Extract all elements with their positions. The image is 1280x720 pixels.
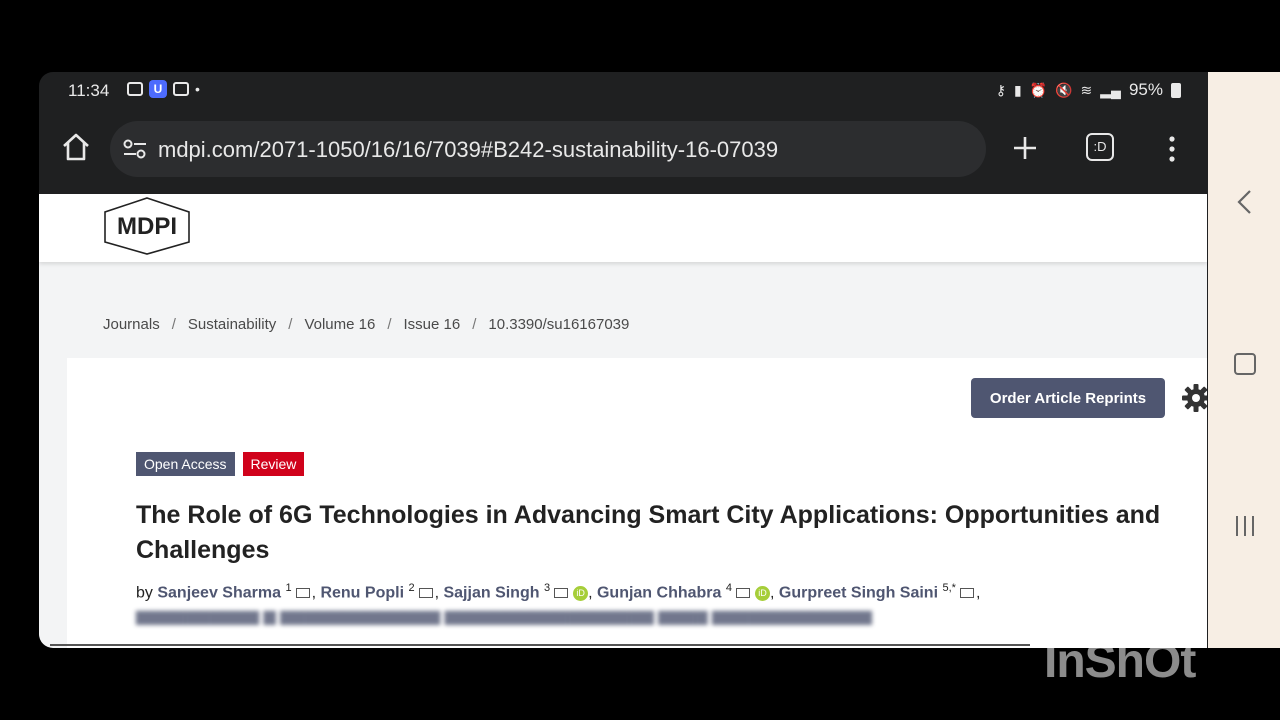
horizontal-scroll-indicator [50,644,1030,646]
new-tab-icon[interactable] [1011,134,1039,162]
author-affiliation: 4 [725,582,732,594]
key-icon: ⚷ [995,81,1006,98]
breadcrumb-volume[interactable]: Volume 16 [304,316,375,333]
app-notification-icon: U [149,80,167,98]
web-page: MDPI Journals / Sustainability / Volume … [39,194,1207,648]
wifi-icon: ≋ [1080,81,1093,98]
breadcrumb-issue[interactable]: Issue 16 [404,316,461,333]
battery-icon [1171,82,1181,98]
breadcrumb-doi[interactable]: 10.3390/su16167039 [488,316,629,333]
breadcrumb: Journals / Sustainability / Volume 16 / … [103,316,629,333]
battery-percentage: 95% [1128,80,1163,99]
url-text[interactable]: mdpi.com/2071-1050/16/16/7039#B242-susta… [158,137,778,163]
logo-text: MDPI [117,213,177,240]
author-name[interactable]: Sanjeev Sharma [157,584,281,601]
alarm-icon: ⏰ [1029,81,1048,98]
recent-apps-icon[interactable] [1233,514,1257,538]
breadcrumb-sustainability[interactable]: Sustainability [188,316,276,333]
breadcrumb-separator: / [472,316,477,333]
status-right-icons: ⚷ ▮ ⏰ 🔇 ≋ ▂▄ 95% [996,80,1181,100]
mail-icon[interactable] [554,588,569,599]
article-badges: Open Access Review [136,452,305,476]
author-affiliation: 2 [408,582,415,594]
gear-icon[interactable] [1181,383,1207,413]
more-notifications-dot-icon: • [195,81,200,97]
browser-toolbar: mdpi.com/2071-1050/16/16/7039#B242-susta… [39,116,1207,188]
lock-icon: ▮ [1013,81,1022,98]
site-settings-icon[interactable] [122,137,148,161]
status-time: 11:34 [68,81,110,100]
video-call-icon [127,82,143,96]
author-name[interactable]: Gurpreet Singh Saini [779,584,938,601]
phone-screen: 11:34 U • ⚷ ▮ ⏰ 🔇 ≋ ▂▄ 95% mdpi.com/2071… [39,72,1280,648]
author-list-continued-blurred: ▆▆▆▆▆▆▆▆▆▆ ▆ ▆▆▆▆▆▆▆▆▆▆▆▆▆ ▆▆▆▆▆▆▆▆▆▆▆▆▆… [136,608,872,625]
mail-icon[interactable] [418,588,433,599]
home-icon[interactable] [61,132,91,162]
tab-switcher-button[interactable]: :D [1086,133,1114,161]
author-affiliation: 1 [285,582,292,594]
by-label: by [136,584,153,602]
status-bar: 11:34 U • ⚷ ▮ ⏰ 🔇 ≋ ▂▄ 95% [39,72,1207,110]
site-header: MDPI [39,194,1207,262]
breadcrumb-journals[interactable]: Journals [103,316,160,333]
article-title: The Role of 6G Technologies in Advancing… [136,501,1161,564]
mdpi-logo[interactable]: MDPI [99,196,195,256]
order-reprints-button[interactable]: Order Article Reprints [971,378,1165,418]
author-name[interactable]: Renu Popli [320,584,404,601]
back-icon[interactable] [1233,188,1257,216]
author-affiliation: 3 [543,582,551,594]
orcid-icon[interactable]: iD [573,585,589,601]
mail-icon[interactable] [959,588,974,599]
mute-icon: 🔇 [1055,81,1073,98]
author-list: by Sanjeev Sharma 1, Renu Popli 2, Sajja… [136,582,981,602]
mail-icon[interactable] [295,588,310,599]
mail-icon[interactable] [736,588,750,599]
orcid-icon[interactable]: iD [755,585,770,601]
author-name[interactable]: Gunjan Chhabra [597,584,721,601]
video-call-icon [173,82,189,96]
breadcrumb-separator: / [171,316,176,333]
breadcrumb-separator: / [288,316,293,333]
status-left-icons: U • [127,80,200,98]
signal-icon: ▂▄ [1100,81,1121,98]
review-badge: Review [242,452,305,476]
home-nav-icon[interactable] [1234,353,1256,375]
open-access-badge[interactable]: Open Access [136,452,235,476]
author-name[interactable]: Sajjan Singh [443,584,539,601]
inshot-watermark: InShOt [1044,635,1196,688]
breadcrumb-separator: / [387,316,392,333]
address-bar[interactable]: mdpi.com/2071-1050/16/16/7039#B242-susta… [110,121,986,177]
overflow-menu-icon[interactable] [1165,134,1179,164]
author-affiliation: 5,* [942,582,956,594]
article-card: Order Article Reprints Open Access Revie… [67,358,1207,648]
